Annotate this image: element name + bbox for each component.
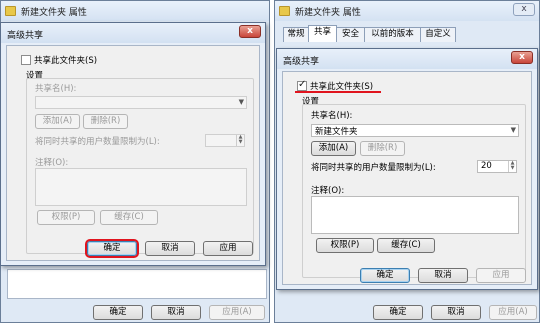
right-cancel-button[interactable]: 取消 (418, 268, 468, 283)
chevron-down-icon: ▼ (510, 126, 516, 134)
left-share-checkbox-label: 共享此文件夹(S) (34, 56, 98, 66)
left-cache-button[interactable]: 缓存(C) (100, 210, 158, 225)
right-window-titlebar: 新建文件夹 属性 x (275, 1, 539, 21)
left-share-name-combo[interactable]: ▼ (35, 96, 247, 109)
right-share-name-label: 共享名(H): (311, 111, 353, 121)
right-share-underline (295, 91, 381, 93)
left-window-titlebar: 新建文件夹 属性 (1, 1, 269, 21)
tab-security[interactable]: 安全 (336, 27, 365, 42)
left-limit-label: 将同时共享的用户数量限制为(L): (35, 137, 160, 147)
tab-customize[interactable]: 自定义 (420, 27, 456, 42)
right-limit-value: 20 (481, 161, 492, 171)
left-window-title: 新建文件夹 属性 (21, 8, 87, 18)
close-icon[interactable]: x (513, 3, 535, 16)
right-permissions-button[interactable]: 权限(P) (316, 238, 374, 253)
left-comment-label: 注释(O): (35, 158, 69, 168)
left-dialog-client: 共享此文件夹(S) 设置 共享名(H): ▼ 添加(A) 删除(R) 将同时共享… (6, 45, 260, 261)
chevron-down-icon: ▼ (238, 98, 244, 106)
close-icon[interactable]: x (511, 51, 533, 64)
right-dialog-client: 共享此文件夹(S) 设置 共享名(H): 新建文件夹 ▼ 添加(A) 删除(R)… (282, 71, 532, 285)
tab-sharing[interactable]: 共享 (308, 25, 337, 42)
right-share-name-combo[interactable]: 新建文件夹 ▼ (311, 124, 519, 137)
left-parent-apply-button[interactable]: 应用(A) (209, 305, 265, 320)
left-share-checkbox[interactable] (21, 55, 31, 65)
right-parent-ok-button[interactable]: 确定 (373, 305, 423, 320)
left-permissions-button[interactable]: 权限(P) (37, 210, 95, 225)
spin-arrows-icon: ▲ ▼ (236, 135, 244, 146)
right-dialog-titlebar: 高级共享 x (277, 49, 537, 69)
right-comment-label: 注释(O): (311, 186, 345, 196)
left-apply-button[interactable]: 应用 (203, 241, 253, 256)
right-window-title: 新建文件夹 属性 (295, 8, 361, 18)
left-parent-cancel-button[interactable]: 取消 (151, 305, 201, 320)
right-parent-apply-button[interactable]: 应用(A) (489, 305, 537, 320)
close-icon[interactable]: x (239, 25, 261, 38)
left-parent-client (7, 269, 267, 299)
tab-previous-versions[interactable]: 以前的版本 (364, 27, 421, 42)
right-share-checkbox[interactable] (297, 79, 307, 91)
right-add-button[interactable]: 添加(A) (311, 141, 356, 156)
right-parent-cancel-button[interactable]: 取消 (431, 305, 481, 320)
left-cancel-button[interactable]: 取消 (145, 241, 195, 256)
right-cache-button[interactable]: 缓存(C) (377, 238, 435, 253)
right-advanced-sharing-dialog: 高级共享 x 共享此文件夹(S) 设置 共享名(H): 新建文件夹 ▼ 添加(A… (276, 48, 538, 290)
right-limit-label: 将同时共享的用户数量限制为(L): (311, 163, 436, 173)
left-dialog-title: 高级共享 (7, 31, 44, 41)
folder-icon (5, 6, 16, 16)
right-apply-button[interactable]: 应用 (476, 268, 526, 283)
right-comment-textarea[interactable] (311, 196, 519, 234)
left-remove-button[interactable]: 删除(R) (83, 114, 128, 129)
left-add-button[interactable]: 添加(A) (35, 114, 80, 129)
left-advanced-sharing-dialog: 高级共享 x 共享此文件夹(S) 设置 共享名(H): ▼ 添加(A) 删除(R… (0, 22, 266, 266)
tab-general[interactable]: 常规 (283, 27, 309, 42)
right-dialog-title: 高级共享 (283, 57, 320, 67)
left-ok-button[interactable]: 确定 (85, 239, 139, 258)
left-limit-spinner[interactable]: ▲ ▼ (205, 134, 245, 147)
spin-arrows-icon: ▲ ▼ (508, 161, 516, 172)
left-parent-ok-button[interactable]: 确定 (93, 305, 143, 320)
right-share-name-value: 新建文件夹 (315, 127, 358, 137)
left-comment-textarea[interactable] (35, 168, 247, 206)
right-tab-strip: 常规 共享 安全 以前的版本 自定义 (283, 25, 533, 44)
right-remove-button[interactable]: 删除(R) (360, 141, 405, 156)
left-dialog-titlebar: 高级共享 x (1, 23, 265, 43)
right-ok-button[interactable]: 确定 (360, 268, 410, 283)
folder-icon (279, 6, 290, 16)
left-share-name-label: 共享名(H): (35, 84, 77, 94)
right-limit-spinner[interactable]: 20 ▲ ▼ (477, 160, 517, 173)
